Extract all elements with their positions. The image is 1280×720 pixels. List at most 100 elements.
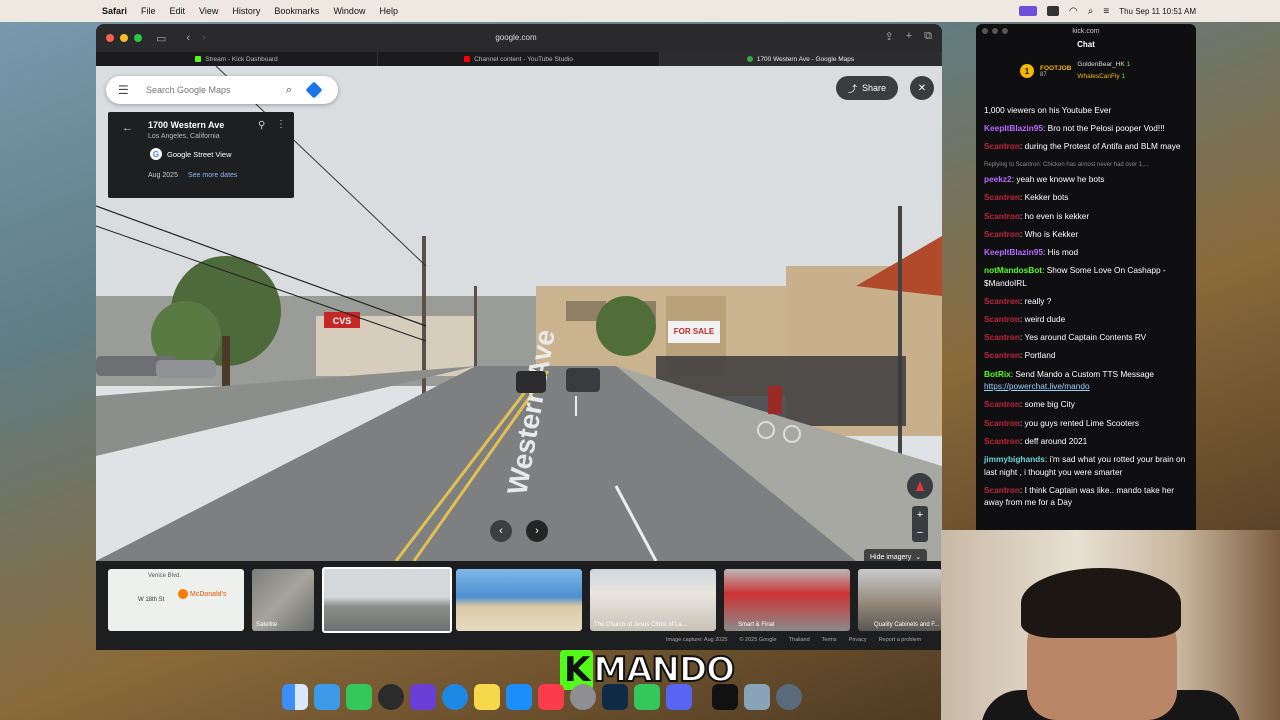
close-window-button[interactable] — [106, 34, 114, 42]
back-arrow-icon[interactable]: ← — [122, 122, 133, 134]
facetime-icon[interactable] — [346, 684, 372, 710]
notes-icon[interactable] — [474, 684, 500, 710]
app-store-icon[interactable] — [506, 684, 532, 710]
thumb-street[interactable] — [322, 567, 452, 633]
zoom-window-button[interactable] — [134, 34, 142, 42]
chat-username[interactable]: Scantron — [984, 350, 1020, 360]
chat-text: Portland — [1024, 350, 1056, 361]
menu-help[interactable]: Help — [379, 6, 398, 16]
see-more-dates-link[interactable]: See more dates — [188, 172, 237, 179]
menu-app-name[interactable]: Safari — [102, 6, 127, 16]
next-arrow-button[interactable]: › — [526, 520, 548, 542]
back-icon[interactable]: ‹ — [186, 32, 190, 44]
thumb-cabinets[interactable]: Quality Cabinets and F... — [858, 569, 942, 631]
search-icon[interactable]: ⌕ — [286, 84, 292, 97]
chat-message: KeepItBlazin95: His mod — [984, 246, 1188, 259]
wifi-icon[interactable]: ◠ — [1069, 6, 1078, 17]
leader-name[interactable]: WhalesCanFly — [1077, 73, 1119, 80]
chat-username[interactable]: Scantron — [984, 332, 1020, 342]
tab-kick-dashboard[interactable]: Stream - Kick Dashboard — [96, 52, 378, 66]
thumb-beach[interactable] — [456, 569, 582, 631]
iew-icon[interactable] — [410, 684, 436, 710]
footer-terms[interactable]: Terms — [822, 637, 837, 643]
obs-icon[interactable] — [378, 684, 404, 710]
chat-username[interactable]: Scantron — [984, 485, 1020, 495]
menu-window[interactable]: Window — [333, 6, 365, 16]
chat-username[interactable]: jimmybighands — [984, 454, 1045, 464]
reply-preview[interactable]: Replying to Scantron: Chicken has almost… — [984, 159, 1188, 172]
mail-icon[interactable] — [314, 684, 340, 710]
chat-message: Scantron: Who is Kekker — [984, 228, 1188, 241]
discord-icon[interactable] — [666, 684, 692, 710]
kick-chat-window: kick.com Chat 1 FOOTJOB 87 GoldenBear_HK… — [976, 24, 1196, 532]
chat-username[interactable]: KeepItBlazin95 — [984, 247, 1043, 257]
chat-link[interactable]: https://powerchat.live/mando — [984, 381, 1090, 391]
forward-icon[interactable]: › — [202, 32, 206, 44]
chat-username[interactable]: peekz2 — [984, 174, 1012, 184]
zoom-out-button[interactable]: − — [912, 524, 928, 542]
tab-overview-icon[interactable]: ⧉ — [924, 30, 932, 43]
thumb-store[interactable]: Smart & Final — [724, 569, 850, 631]
chat-message: jimmybighands: i'm sad what you rotted y… — [984, 453, 1188, 478]
address-bar[interactable]: google.com — [346, 29, 686, 47]
music-icon[interactable] — [538, 684, 564, 710]
thumb-church[interactable]: The Church of Jesus Christ of La... — [590, 569, 716, 631]
footer-region[interactable]: Thailand — [789, 637, 810, 643]
chat-text: some big City — [1024, 399, 1075, 410]
previous-arrow-button[interactable]: ‹ — [490, 520, 512, 542]
chat-username[interactable]: Scantron — [984, 436, 1020, 446]
top-gifter-name[interactable]: FOOTJOB — [1040, 65, 1071, 72]
pin-icon[interactable]: ⚲ — [258, 120, 265, 131]
chat-username[interactable]: BotRix — [984, 369, 1011, 379]
control-center-icon[interactable]: ≡ — [1103, 6, 1109, 17]
finder-icon[interactable] — [282, 684, 308, 710]
directions-icon[interactable] — [305, 81, 323, 99]
chat-username[interactable]: Scantron — [984, 314, 1020, 324]
chat-username[interactable]: Scantron — [984, 192, 1020, 202]
chat-username[interactable]: KeepItBlazin95 — [984, 123, 1043, 133]
tab-google-maps[interactable]: 1700 Western Ave - Google Maps — [660, 52, 942, 66]
search-box[interactable]: ☰ ⌕ — [106, 76, 338, 104]
messages-icon[interactable] — [634, 684, 660, 710]
settings-icon[interactable] — [570, 684, 596, 710]
share-button[interactable]: ⤴ Share — [836, 76, 898, 100]
chat-username[interactable]: Scantron — [984, 211, 1020, 221]
minimize-window-button[interactable] — [120, 34, 128, 42]
stage-manager-icon[interactable] — [1019, 6, 1038, 16]
menu-view[interactable]: View — [199, 6, 218, 16]
chat-username[interactable]: Scantron — [984, 418, 1020, 428]
leader-name[interactable]: GoldenBear_HK — [1077, 61, 1124, 68]
safari-icon[interactable] — [442, 684, 468, 710]
compass-icon[interactable] — [907, 473, 933, 499]
new-tab-icon[interactable]: + — [906, 30, 912, 43]
search-icon[interactable]: ⌕ — [1088, 6, 1094, 17]
more-options-icon[interactable]: ⋮ — [276, 119, 286, 130]
preview-icon[interactable] — [744, 684, 770, 710]
chat-username[interactable]: Scantron — [984, 141, 1020, 151]
menu-edit[interactable]: Edit — [170, 6, 186, 16]
chat-username[interactable]: Scantron — [984, 399, 1020, 409]
menu-clock[interactable]: Thu Sep 11 10:51 AM — [1119, 7, 1196, 16]
chat-username[interactable]: notMandosBot — [984, 265, 1042, 275]
thumb-map[interactable]: Venice Blvd. McDonald's W 18th St — [108, 569, 244, 631]
thumb-satellite[interactable]: Satellite — [252, 569, 314, 631]
share-icon[interactable]: ⇪ — [884, 30, 893, 43]
chat-username[interactable]: Scantron — [984, 296, 1020, 306]
menu-history[interactable]: History — [232, 6, 260, 16]
tab-youtube-studio[interactable]: Channel content - YouTube Studio — [378, 52, 660, 66]
lightroom-icon[interactable] — [602, 684, 628, 710]
footer-report[interactable]: Report a problem — [879, 637, 922, 643]
menu-bookmarks[interactable]: Bookmarks — [274, 6, 319, 16]
chat-text: 1,000 viewers on his Youtube Ever — [984, 105, 1112, 115]
chat-username[interactable]: Scantron — [984, 229, 1020, 239]
capcut-icon[interactable] — [712, 684, 738, 710]
footer-privacy[interactable]: Privacy — [849, 637, 867, 643]
hamburger-menu-icon[interactable]: ☰ — [118, 83, 130, 97]
battery-icon[interactable] — [1047, 6, 1060, 16]
zoom-in-button[interactable]: + — [912, 506, 928, 524]
close-street-view-button[interactable]: ✕ — [910, 76, 934, 100]
menu-file[interactable]: File — [141, 6, 156, 16]
quicktime-icon[interactable] — [776, 684, 802, 710]
sidebar-icon[interactable]: ▭ — [156, 32, 166, 45]
search-input[interactable] — [144, 84, 278, 96]
